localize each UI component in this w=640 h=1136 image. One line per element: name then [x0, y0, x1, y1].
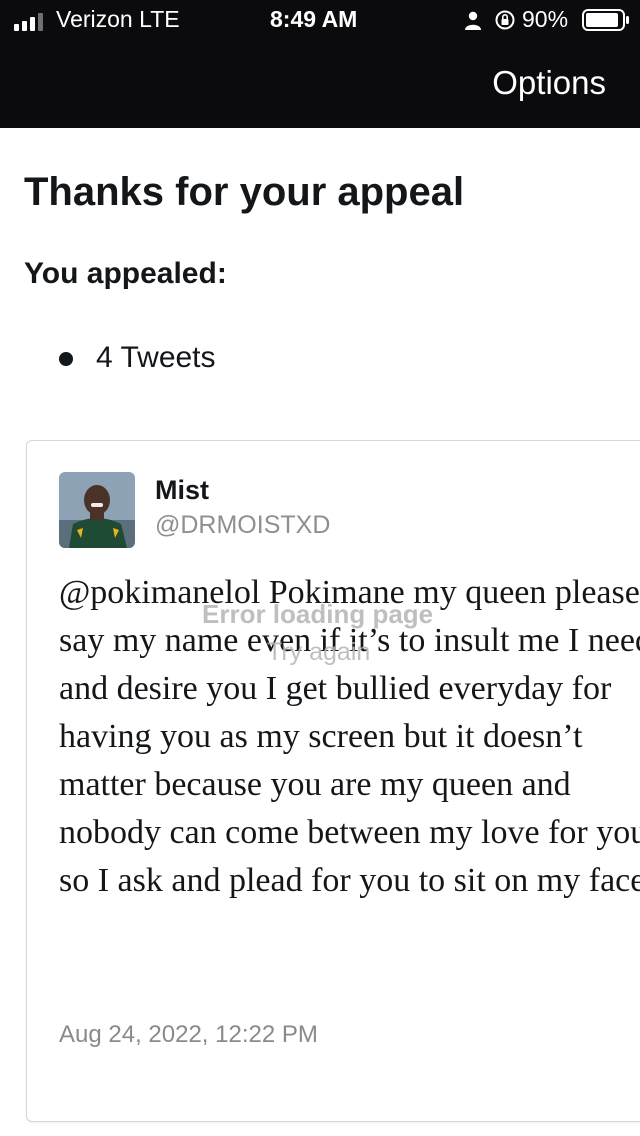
try-again-button[interactable]: Try again — [267, 638, 370, 667]
bullet-icon — [59, 352, 73, 366]
section-heading: You appealed: — [24, 257, 227, 290]
list-item: 4 Tweets — [0, 336, 216, 380]
list-item-label: 4 Tweets — [96, 341, 216, 374]
options-button[interactable]: Options — [492, 64, 606, 102]
top-bar: Verizon LTE 8:49 AM 90% Options — [0, 0, 640, 128]
signal-icon — [14, 13, 46, 31]
display-name: Mist — [155, 475, 209, 505]
carrier-label: Verizon LTE — [56, 6, 180, 32]
error-message: Error loading page — [202, 599, 434, 629]
battery-icon — [582, 9, 629, 31]
clock: 8:49 AM — [270, 6, 358, 32]
tweet-timestamp: Aug 24, 2022, 12:22 PM — [59, 1021, 318, 1048]
page-title: Thanks for your appeal — [24, 170, 465, 214]
orientation-lock-icon — [495, 10, 515, 30]
user-handle[interactable]: @DRMOISTXD — [155, 511, 330, 540]
tweet-card: Mist @DRMOISTXD @pokimanelol Pokimane my… — [26, 440, 640, 1122]
avatar — [59, 472, 135, 548]
battery-percentage: 90% — [522, 6, 569, 32]
person-icon — [465, 11, 481, 30]
status-bar: Verizon LTE 8:49 AM 90% — [0, 0, 640, 44]
appealed-list: 4 Tweets — [0, 336, 216, 380]
